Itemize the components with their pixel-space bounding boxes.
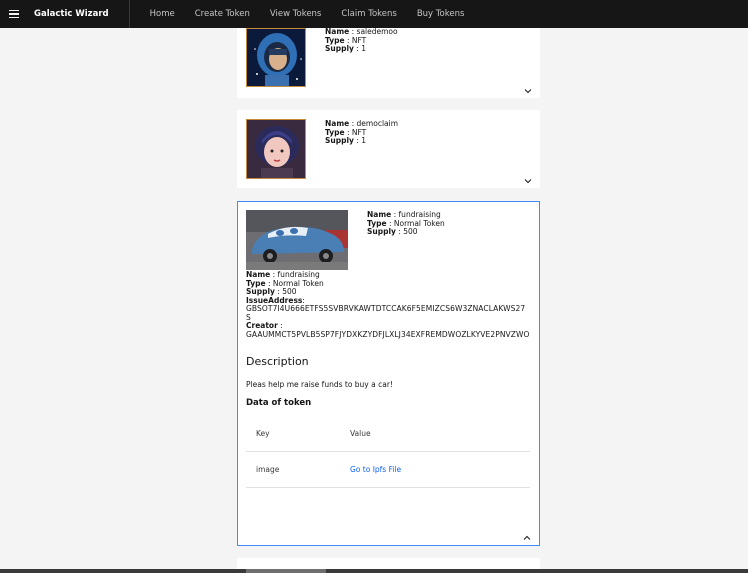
nav-home[interactable]: Home	[140, 0, 185, 28]
token-info: Name : democlaim Type : NFT Supply : 1	[325, 119, 398, 146]
description-heading: Description	[246, 355, 309, 368]
token-card-democlaim[interactable]: Name : democlaim Type : NFT Supply : 1	[237, 110, 540, 188]
token-card-saledemoo[interactable]: Name : saledemoo Type : NFT Supply : 1	[237, 27, 540, 98]
token-supply: 500	[403, 227, 418, 236]
nav-view-tokens[interactable]: View Tokens	[260, 0, 332, 28]
supply-label: Supply	[325, 44, 354, 53]
creator-label: Creator	[246, 321, 278, 330]
ipfs-file-link[interactable]: Go to Ipfs File	[350, 465, 401, 474]
creator-value: GAAUMMCT5PVLB5SP7FJYDXKZYDFJLXLJ34EXFREM…	[246, 329, 530, 339]
data-of-token-heading: Data of token	[246, 398, 312, 408]
token-supply: 1	[361, 44, 367, 53]
table-row: image Go to Ipfs File	[246, 452, 530, 488]
table-header-row: Key Value	[246, 416, 530, 452]
description-text: Pleas help me raise funds to buy a car!	[246, 380, 393, 389]
token-image	[246, 28, 306, 87]
token-info: Name : fundraising Type : Normal Token S…	[367, 210, 445, 237]
token-card-fundraising[interactable]: Name : fundraising Type : Normal Token S…	[237, 201, 540, 546]
column-header-value: Value	[350, 429, 371, 438]
nav-buy-tokens[interactable]: Buy Tokens	[407, 0, 475, 28]
nav-create-token[interactable]: Create Token	[185, 0, 260, 28]
scrollbar-thumb[interactable]	[246, 569, 326, 573]
token-data-table: Key Value image Go to Ipfs File	[246, 416, 530, 488]
main-nav: Home Create Token View Tokens Claim Toke…	[140, 0, 475, 28]
hamburger-menu-icon[interactable]	[0, 0, 28, 28]
token-image	[246, 210, 348, 270]
token-supply: 1	[361, 136, 367, 145]
supply-label: Supply	[325, 136, 354, 145]
token-details: Name : fundraising Type : Normal Token S…	[246, 270, 530, 339]
supply-label: Supply	[367, 227, 396, 236]
chevron-down-icon[interactable]	[524, 177, 532, 185]
token-image	[246, 119, 306, 179]
nav-claim-tokens[interactable]: Claim Tokens	[331, 0, 406, 28]
chevron-up-icon[interactable]	[523, 534, 531, 542]
token-info: Name : saledemoo Type : NFT Supply : 1	[325, 27, 398, 54]
horizontal-scrollbar[interactable]	[0, 569, 748, 573]
issue-address-value: GBSOT7I4U666ETFS5SVBRVKAWTDTCCAK6F5EMIZC…	[246, 304, 526, 322]
separator: :	[277, 321, 283, 330]
brand-name[interactable]: Galactic Wizard	[28, 0, 130, 28]
column-header-key: Key	[256, 429, 270, 438]
table-cell-key: image	[256, 465, 280, 474]
chevron-down-icon[interactable]	[524, 87, 532, 95]
top-header: Galactic Wizard Home Create Token View T…	[0, 0, 748, 28]
